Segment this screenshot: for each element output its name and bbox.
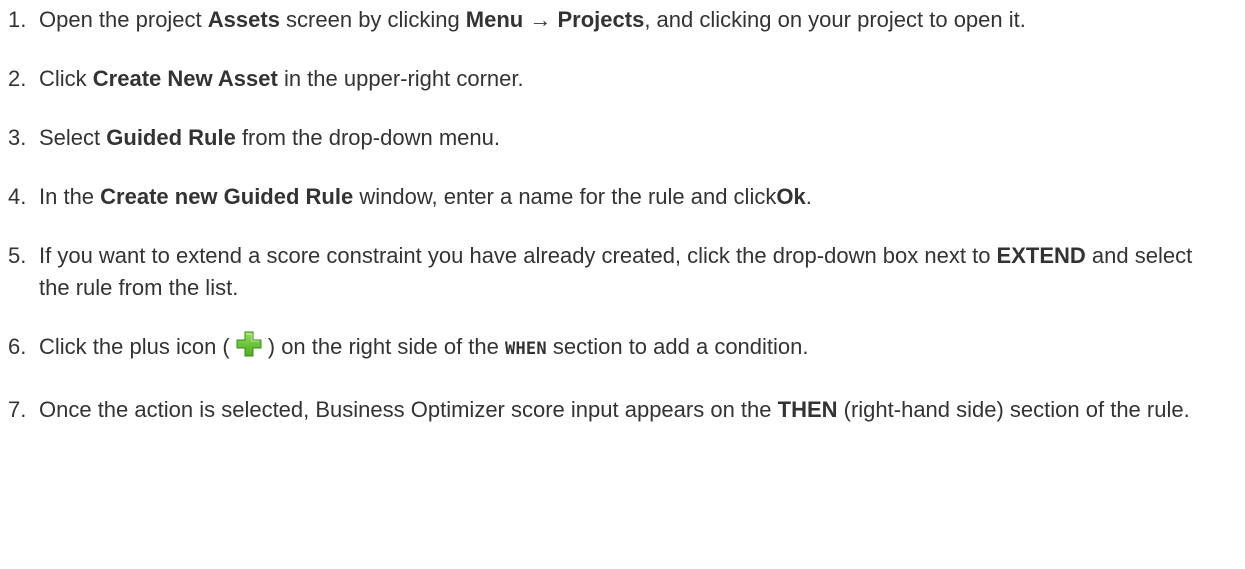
step-4: 4. In the Create new Guided Rule window, … [0,181,1209,213]
step-text: , and clicking on your project to open i… [644,7,1026,32]
step-text: ) on the right side of the [267,334,506,359]
step-7: 7. Once the action is selected, Business … [0,394,1209,426]
step-2: 2. Click Create New Asset in the upper-ri… [0,63,1209,95]
ui-term: THEN [777,397,838,422]
step-text: screen by clicking [279,7,466,32]
ui-term: Create New Asset [92,66,278,91]
plus-icon [236,331,262,366]
step-text: Select [39,125,107,150]
step-text: Click [39,66,93,91]
step-text: from the drop-down menu. [235,125,500,150]
step-text: Click the plus icon ( [39,334,230,359]
step-text: Open the project [39,7,208,32]
instruction-steps: 1. Open the project Assets screen by clic… [0,0,1245,426]
step-3: 3. Select Guided Rule from the drop-down … [0,122,1209,154]
ui-term: Create new Guided Rule [100,184,354,209]
ui-term: Assets [207,7,280,32]
ui-term: EXTEND [996,243,1086,268]
step-number: 7. [8,397,27,422]
step-text: → [523,7,558,32]
step-text: (right-hand side) section of the rule. [837,397,1190,422]
step-6: 6. Click the plus icon ( ) on the right si… [0,331,1209,366]
step-text: If you want to extend a score constraint… [39,243,997,268]
ui-term: Menu [465,7,524,32]
ui-term: Ok [776,184,806,209]
step-number: 5. [8,243,27,268]
ui-term: Projects [557,7,645,32]
step-number: 4. [8,184,27,209]
ui-term: Guided Rule [106,125,236,150]
step-text: section to add a condition. [546,334,809,359]
step-number: 6. [8,334,27,359]
step-text: Once the action is selected, Business Op… [39,397,778,422]
step-number: 1. [8,7,27,32]
step-5: 5. If you want to extend a score constrai… [0,240,1209,304]
step-number: 2. [8,66,27,91]
step-text: In the [39,184,101,209]
step-number: 3. [8,125,27,150]
code-keyword: WHEN [505,339,547,359]
step-text: in the upper-right corner. [277,66,524,91]
step-text: . [805,184,812,209]
step-text: window, enter a name for the rule and cl… [353,184,777,209]
step-1: 1. Open the project Assets screen by clic… [0,4,1209,36]
